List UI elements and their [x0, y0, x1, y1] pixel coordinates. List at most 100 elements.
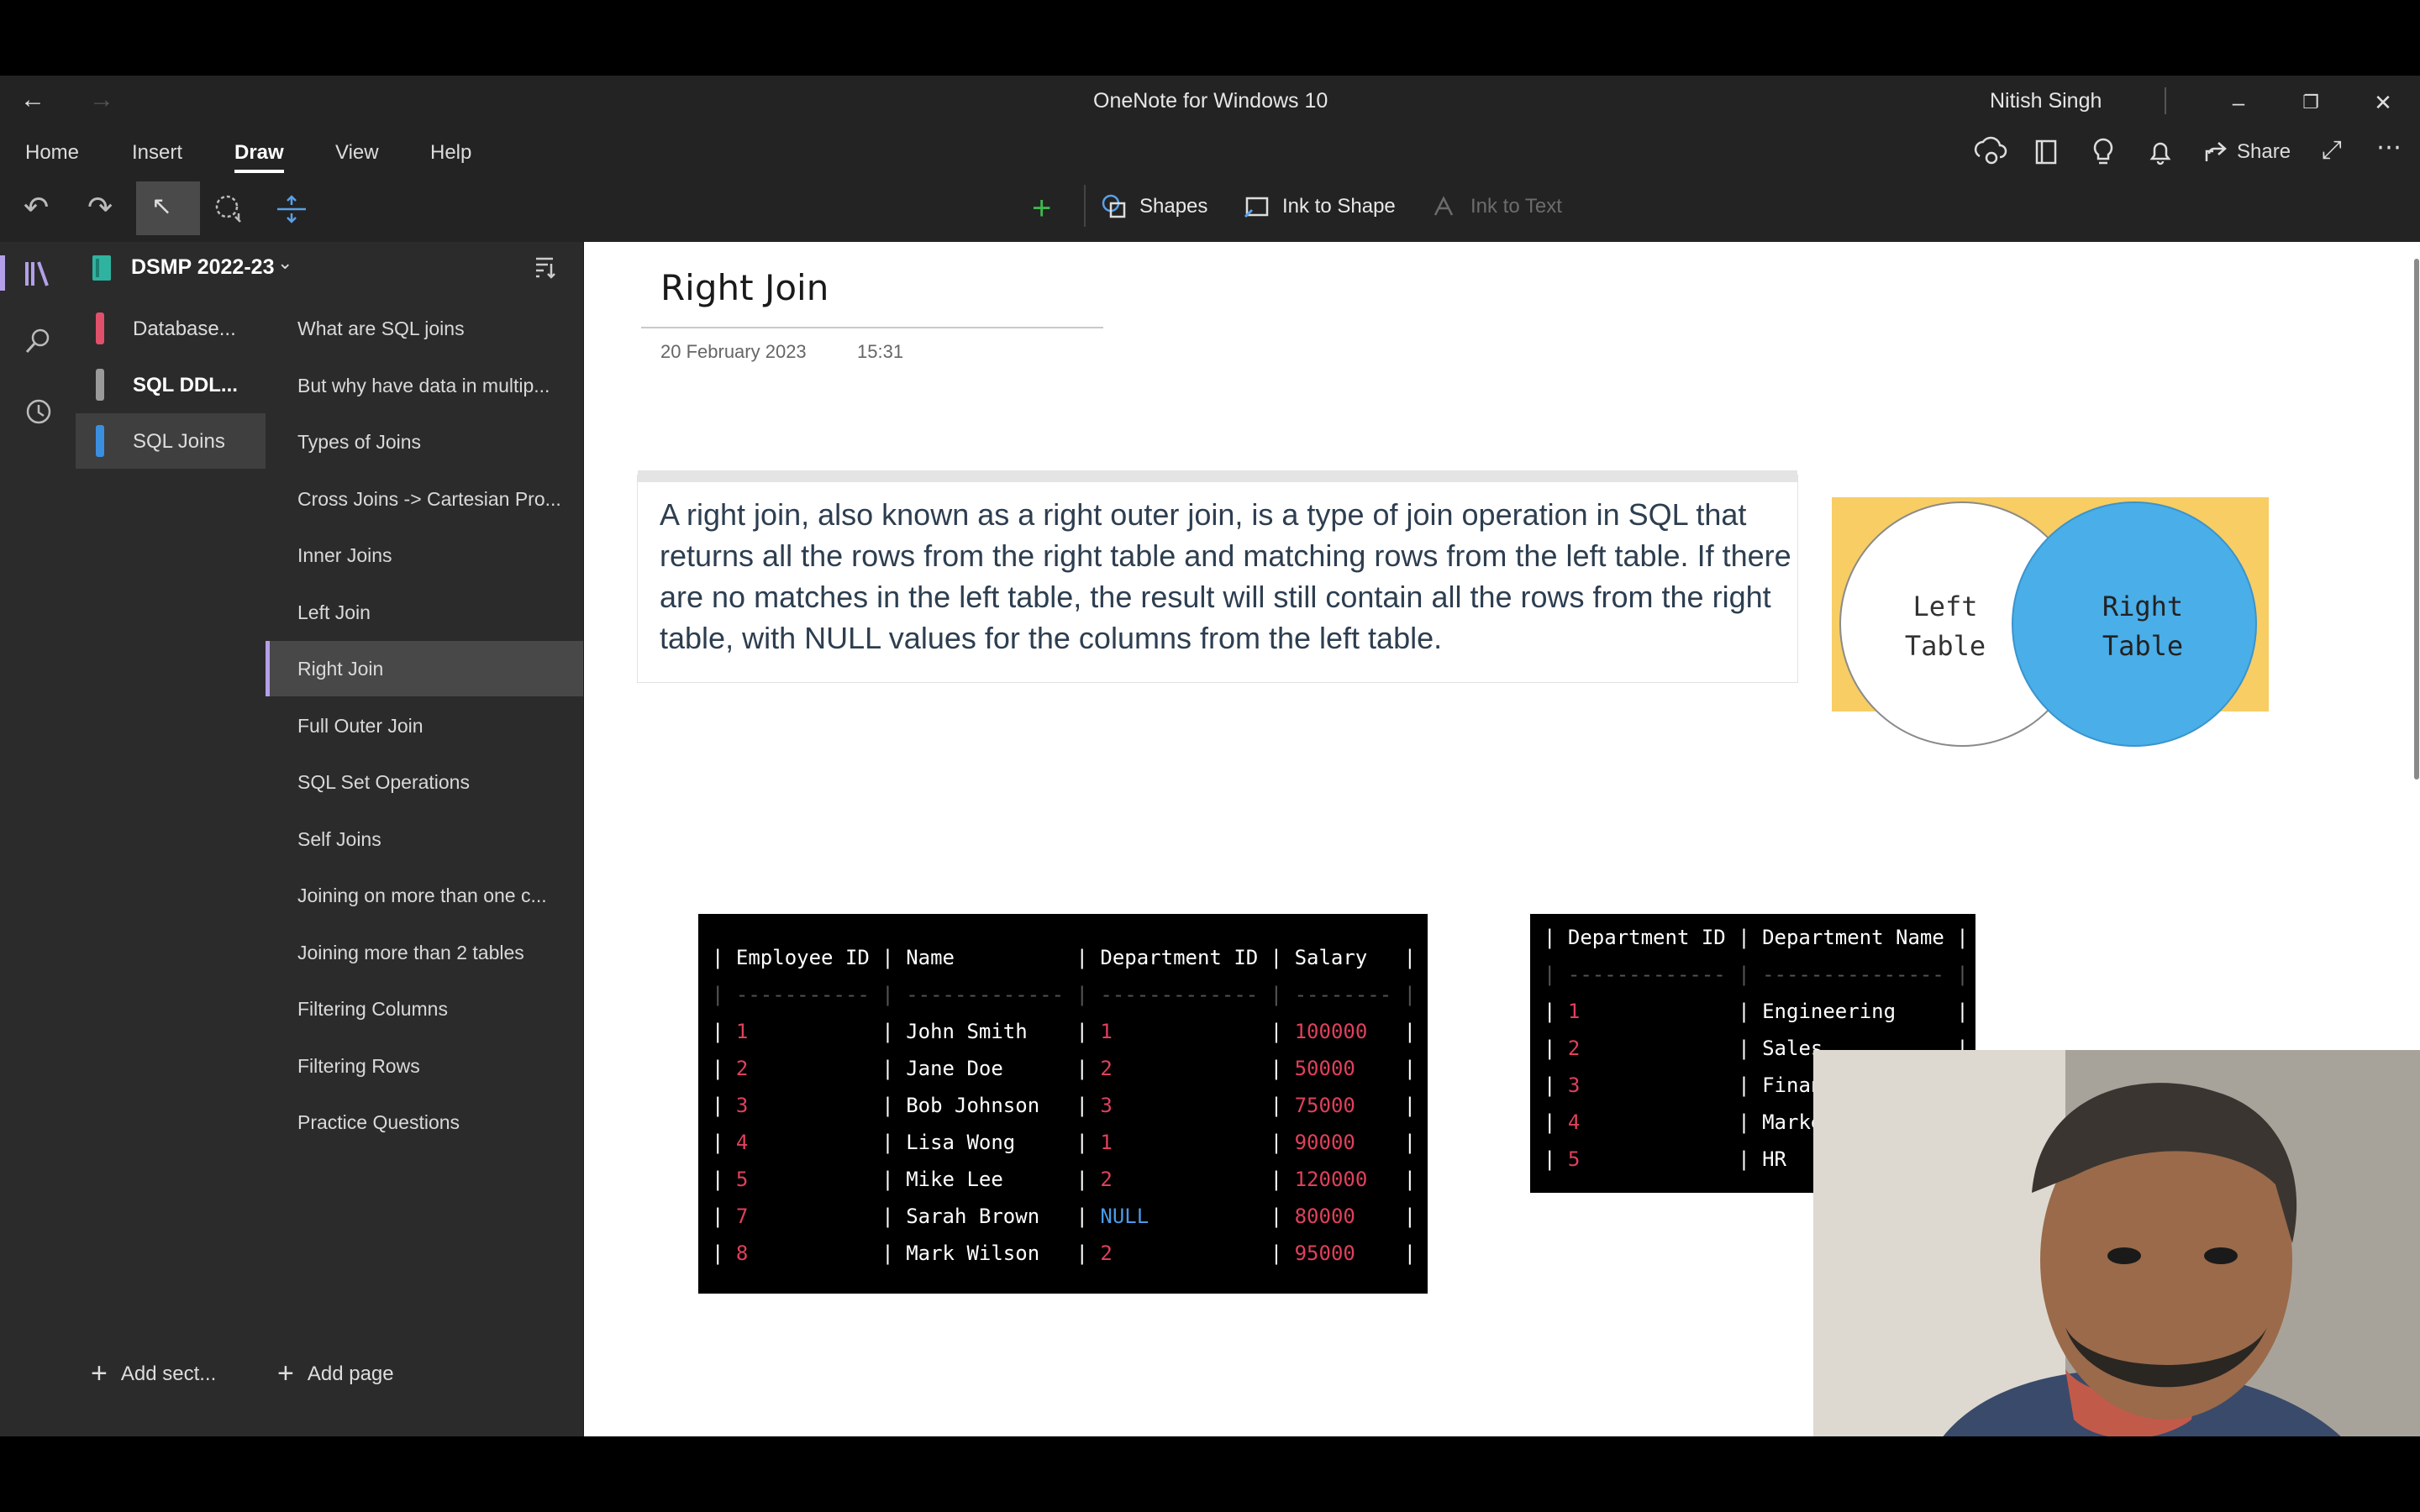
pen-7-icon[interactable] — [718, 183, 752, 237]
page-label: Full Outer Join — [297, 714, 424, 737]
page-label: Left Join — [297, 601, 371, 623]
fullscreen-icon[interactable]: ⤢ — [2322, 136, 2342, 165]
share-button[interactable]: Share — [2202, 138, 2291, 166]
page-item[interactable]: Types of Joins — [266, 414, 583, 470]
pen-2-icon[interactable] — [403, 183, 437, 237]
table-row[interactable]: | 7 | Sarah Brown | NULL | 80000 | — [712, 1198, 1428, 1235]
page-item[interactable]: Full Outer Join — [266, 698, 583, 753]
table-row[interactable]: | 5 | Mike Lee | 2 | 120000 | — [712, 1161, 1428, 1198]
title-underline — [641, 327, 1103, 328]
user-name[interactable]: Nitish Singh — [1990, 89, 2102, 113]
bell-icon[interactable] — [2143, 134, 2178, 170]
lightbulb-icon[interactable] — [2086, 134, 2121, 170]
pages-pane: What are SQL joins But why have data in m… — [266, 242, 584, 1436]
ink-to-shape-button[interactable]: Ink to Shape — [1242, 192, 1396, 222]
table-row[interactable]: | 1 | John Smith | 1 | 100000 | — [712, 1013, 1428, 1050]
minimize-icon[interactable]: – — [2220, 84, 2257, 121]
section-label: SQL DDL... — [133, 374, 238, 396]
table-cell: 2 — [1100, 1242, 1113, 1265]
ink-to-text-button[interactable]: Ink to Text — [1430, 192, 1562, 222]
page-view-icon[interactable] — [2028, 134, 2064, 170]
share-label: Share — [2237, 140, 2291, 163]
window-title: OneNote for Windows 10 — [1093, 89, 1328, 113]
recent-icon[interactable] — [24, 396, 54, 427]
table-row[interactable]: | 8 | Mark Wilson | 2 | 95000 | — [712, 1235, 1428, 1272]
pen-5-icon[interactable] — [592, 183, 626, 237]
pen-8-icon[interactable] — [781, 183, 815, 237]
table-cell: 80000 — [1294, 1205, 1355, 1228]
page-item[interactable]: Joining more than 2 tables — [266, 925, 583, 980]
note-paragraph[interactable]: A right join, also known as a right oute… — [660, 494, 1794, 659]
notebook-header[interactable]: DSMP 2022-23 ⌄ — [76, 242, 583, 292]
pen-11-icon[interactable] — [971, 183, 1004, 237]
right-table-circle — [2012, 501, 2257, 747]
vertical-scrollbar[interactable] — [2414, 259, 2419, 780]
pen-10-icon[interactable] — [908, 183, 941, 237]
page-item[interactable]: SQL Set Operations — [266, 754, 583, 810]
pen-6-icon[interactable] — [655, 183, 689, 237]
add-space-icon[interactable] — [274, 192, 309, 227]
page-item[interactable]: Cross Joins -> Cartesian Pro... — [266, 471, 583, 527]
add-pen-icon[interactable]: + — [1032, 190, 1051, 228]
shapes-icon — [1102, 194, 1126, 218]
table-row[interactable]: | 2 | Jane Doe | 2 | 50000 | — [712, 1050, 1428, 1087]
employees-table[interactable]: | Employee ID | Name | Department ID | S… — [698, 914, 1428, 1294]
tab-home[interactable]: Home — [25, 141, 79, 165]
page-item[interactable]: Inner Joins — [266, 528, 583, 583]
page-item[interactable]: Filtering Rows — [266, 1038, 583, 1094]
tab-draw[interactable]: Draw — [234, 141, 284, 173]
lasso-icon[interactable] — [212, 192, 247, 227]
pen-4-icon[interactable] — [529, 183, 563, 237]
notebooks-icon[interactable] — [22, 257, 55, 291]
pen-1-icon[interactable] — [340, 183, 374, 237]
notebook-icon — [92, 255, 111, 281]
page-item[interactable]: Left Join — [266, 585, 583, 640]
restore-icon[interactable]: ❐ — [2292, 84, 2329, 121]
section-item[interactable]: Database... — [76, 301, 266, 356]
share-icon — [2205, 142, 2227, 161]
pen-9-icon[interactable] — [844, 183, 878, 237]
table-row[interactable]: | 1 | Engineering | — [1544, 993, 1981, 1030]
page-title[interactable]: Right Join — [660, 267, 829, 308]
table-row[interactable]: | 4 | Lisa Wong | 1 | 90000 | — [712, 1124, 1428, 1161]
page-item[interactable]: Right Join — [266, 641, 583, 696]
sort-icon[interactable] — [531, 254, 558, 281]
search-icon[interactable] — [24, 326, 54, 356]
undo-icon[interactable]: ↶ — [24, 190, 49, 225]
divider — [1084, 185, 1086, 227]
add-section-button[interactable]: + Add sect... — [91, 1357, 216, 1390]
section-label: Database... — [133, 318, 236, 340]
venn-right-label-2: Table — [2102, 630, 2183, 662]
table-row[interactable]: | 3 | Bob Johnson | 3 | 75000 | — [712, 1087, 1428, 1124]
page-item[interactable]: Practice Questions — [266, 1095, 583, 1150]
lasso-text-select-button[interactable]: ↖ — [136, 181, 200, 235]
pen-3-icon[interactable] — [466, 183, 500, 237]
section-item[interactable]: SQL DDL... — [76, 357, 266, 412]
page-label: Joining on more than one c... — [297, 885, 547, 906]
add-page-button[interactable]: + Add page — [277, 1357, 394, 1390]
chevron-down-icon: ⌄ — [277, 252, 293, 273]
sync-icon[interactable] — [1973, 134, 2008, 170]
close-icon[interactable]: ✕ — [2365, 84, 2402, 121]
section-item[interactable]: SQL Joins — [76, 413, 266, 469]
page-item[interactable]: What are SQL joins — [266, 301, 583, 356]
page-item[interactable]: Filtering Columns — [266, 981, 583, 1037]
table-header-row: | Department ID | Department Name | — [1544, 926, 1981, 949]
tab-view[interactable]: View — [335, 141, 379, 165]
table-header-row: | Employee ID | Name | Department ID | S… — [712, 946, 1428, 969]
more-icon[interactable]: ⋯ — [2376, 133, 2402, 162]
tab-insert[interactable]: Insert — [132, 141, 182, 165]
redo-icon[interactable]: ↷ — [87, 190, 113, 225]
page-item[interactable]: Self Joins — [266, 811, 583, 867]
section-color-tab — [96, 425, 104, 457]
right-join-venn-diagram[interactable]: Left Table Right Table — [1832, 494, 2277, 754]
container-grip[interactable] — [638, 470, 1797, 482]
page-item[interactable]: But why have data in multip... — [266, 358, 583, 413]
back-arrow-icon[interactable]: ← — [20, 86, 45, 114]
shapes-button[interactable]: Shapes — [1099, 192, 1207, 222]
title-bar: ← → OneNote for Windows 10 Nitish Singh … — [0, 76, 2420, 128]
page-item[interactable]: Joining on more than one c... — [266, 868, 583, 923]
forward-arrow-icon[interactable]: → — [89, 86, 114, 114]
page-label: Filtering Rows — [297, 1054, 420, 1077]
tab-help[interactable]: Help — [430, 141, 471, 165]
